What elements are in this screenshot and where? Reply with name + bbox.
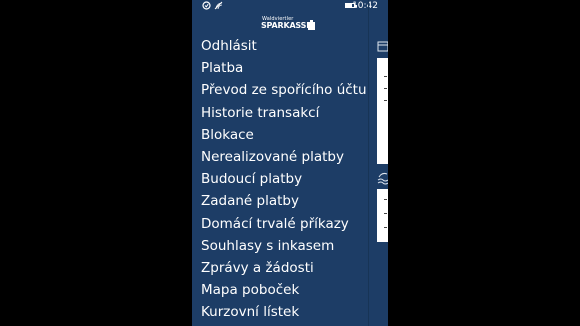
notification-icon [202, 1, 211, 10]
sparkasse-s-icon [308, 20, 315, 30]
menu-item-zadane[interactable]: Zadané platby [201, 190, 367, 212]
status-bar: 10:42 [192, 0, 388, 13]
navigation-menu: Odhlásit Platba Převod ze spořícího účtu… [201, 35, 367, 323]
menu-item-zpravy[interactable]: Zprávy a žádosti [201, 257, 367, 279]
menu-item-prevod[interactable]: Převod ze spořícího účtu [201, 79, 367, 101]
menu-item-nerealizovane[interactable]: Nerealizované platby [201, 146, 367, 168]
menu-item-budouci[interactable]: Budoucí platby [201, 168, 367, 190]
menu-item-mapa[interactable]: Mapa poboček [201, 279, 367, 301]
status-time: 10:42 [352, 1, 378, 11]
account-card-peek[interactable] [377, 58, 388, 164]
menu-item-blokace[interactable]: Blokace [201, 124, 367, 146]
menu-item-kurzovni[interactable]: Kurzovní lístek [201, 301, 367, 323]
menu-item-odhlasit[interactable]: Odhlásit [201, 35, 367, 57]
savings-icon [377, 172, 388, 185]
card-icon [377, 41, 388, 52]
savings-card-peek[interactable] [377, 189, 388, 242]
sparkasse-logo: Waldviertler SPARKASSE [261, 16, 321, 32]
menu-item-souhlasy[interactable]: Souhlasy s inkasem [201, 235, 367, 257]
phone-screen: 10:42 Waldviertler SPARKASSE Odhlásit Pl… [192, 0, 388, 326]
menu-item-trvale-prikazy[interactable]: Domácí trvalé příkazy [201, 213, 367, 235]
signal-icon [214, 1, 223, 10]
menu-item-platba[interactable]: Platba [201, 57, 367, 79]
menu-item-historie[interactable]: Historie transakcí [201, 102, 367, 124]
panel-divider [368, 0, 369, 326]
logo-big-text: SPARKASSE [261, 21, 312, 30]
